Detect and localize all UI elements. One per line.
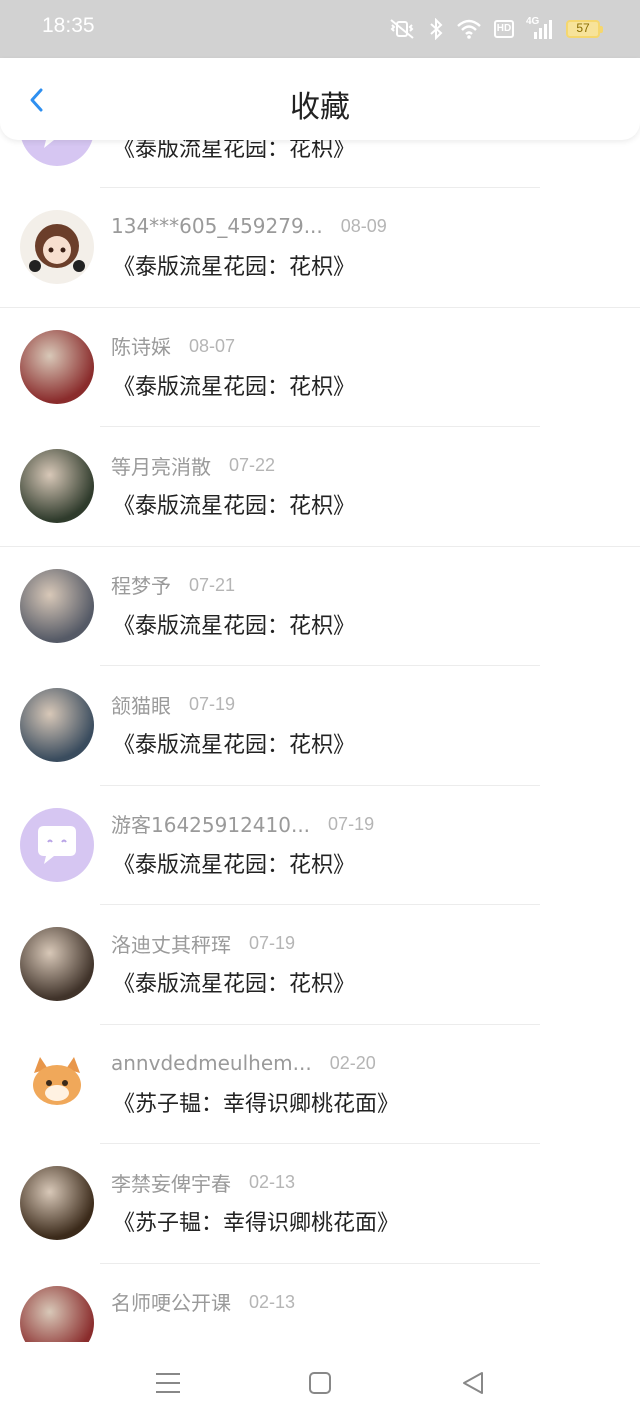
item-date: 07-22 xyxy=(229,455,276,475)
status-time: 18:35 xyxy=(42,14,95,37)
user-name: 等月亮消散 xyxy=(111,454,211,479)
item-title[interactable]: 《泰版流星花园：花枳》 xyxy=(113,488,355,520)
item-meta: 等月亮消散 07-22 xyxy=(111,450,275,480)
list-item[interactable]: 洛迪丈其秤珲 07-19 《泰版流星花园：花枳》 xyxy=(0,905,640,1025)
battery-level: 57 xyxy=(576,21,590,35)
item-date: 08-07 xyxy=(189,335,236,356)
signal-icon: 4G xyxy=(526,16,554,40)
list-item[interactable]: 134***605_459279... 08-09 《泰版流星花园：花枳》 xyxy=(0,188,640,308)
page-title: 收藏 xyxy=(290,90,350,125)
user-name: 134***605_459279... xyxy=(111,214,323,238)
item-title[interactable]: 《泰版流星花园：花枳》 xyxy=(113,608,355,640)
photo-avatar xyxy=(20,927,94,1001)
item-date: 02-20 xyxy=(329,1052,376,1073)
wifi-icon xyxy=(456,18,482,40)
user-name: 游客16425912410... xyxy=(111,813,311,837)
anime-girl-avatar xyxy=(20,210,94,284)
item-title[interactable]: 《泰版流星花园：花枳》 xyxy=(113,727,355,759)
user-name: 洛迪丈其秤珲 xyxy=(111,932,231,957)
item-title[interactable]: 《泰版流星花园：花枳》 xyxy=(113,249,355,281)
item-date: 02-13 xyxy=(249,1172,296,1192)
item-date: 02-13 xyxy=(249,1291,296,1312)
item-title[interactable]: 《苏子韫：幸得识卿桃花面》 xyxy=(113,1086,399,1118)
user-name: 名师哽公开课 xyxy=(111,1291,231,1315)
list-item[interactable]: 颔猫眼 07-19 《泰版流星花园：花枳》 xyxy=(0,666,640,786)
list-item[interactable]: 程梦予 07-21 《泰版流星花园：花枳》 xyxy=(0,547,640,666)
item-meta: annvdedmeulhem... 02-20 xyxy=(111,1048,376,1078)
home-button[interactable] xyxy=(305,1368,335,1398)
photo-avatar xyxy=(20,1166,94,1240)
header: 收藏 xyxy=(0,58,640,140)
item-meta: 洛迪丈其秤珲 07-19 xyxy=(111,928,295,958)
favorites-list[interactable]: 《泰版流星花园：花枳》 134***605_459279... 08-09 《泰版流星… xyxy=(0,92,640,1342)
bluetooth-icon xyxy=(428,18,444,40)
user-name: 程梦予 xyxy=(111,574,171,598)
item-meta: 游客16425912410... 07-19 xyxy=(111,809,374,839)
list-item[interactable]: 游客16425912410... 07-19 《泰版流星花园：花枳》 xyxy=(0,786,640,905)
battery-icon: 57 xyxy=(566,20,603,38)
item-meta: 名师哽公开课 02-13 xyxy=(111,1287,295,1317)
item-meta: 颔猫眼 07-19 xyxy=(111,689,235,719)
photo-avatar xyxy=(20,568,94,643)
item-date: 07-19 xyxy=(249,933,296,953)
item-date: 07-19 xyxy=(328,813,375,834)
user-name: 李禁妄俾宇春 xyxy=(111,1171,231,1196)
item-meta: 134***605_459279... 08-09 xyxy=(111,211,387,241)
cat-avatar xyxy=(20,1046,94,1121)
item-date: 07-19 xyxy=(189,694,236,714)
menu-icon xyxy=(156,1373,180,1393)
list-item[interactable]: 李禁妄俾宇春 02-13 《苏子韫：幸得识卿桃花面》 xyxy=(0,1144,640,1264)
system-back-button[interactable] xyxy=(458,1368,488,1398)
user-name: annvdedmeulhem... xyxy=(111,1050,312,1075)
back-triangle-icon xyxy=(463,1372,483,1394)
photo-avatar xyxy=(20,688,94,762)
item-title[interactable]: 《泰版流星花园：花枳》 xyxy=(113,847,355,879)
list-item[interactable]: 陈诗婇 08-07 《泰版流星花园：花枳》 xyxy=(0,308,640,427)
item-meta: 李禁妄俾宇春 02-13 xyxy=(111,1167,295,1197)
item-title[interactable]: 《泰版流星花园：花枳》 xyxy=(113,369,355,401)
vibrate-mute-icon xyxy=(388,18,416,40)
list-item[interactable]: annvdedmeulhem... 02-20 《苏子韫：幸得识卿桃花面》 xyxy=(0,1025,640,1144)
list-item[interactable]: 等月亮消散 07-22 《泰版流星花园：花枳》 xyxy=(0,427,640,547)
item-date: 07-21 xyxy=(189,574,236,595)
item-meta: 陈诗婇 08-07 xyxy=(111,331,235,361)
item-title[interactable]: 《苏子韫：幸得识卿桃花面》 xyxy=(113,1205,399,1237)
user-name: 陈诗婇 xyxy=(111,335,171,359)
status-bar: 18:35 HD 4G 57 xyxy=(0,0,640,58)
menu-button[interactable] xyxy=(153,1368,183,1398)
photo-avatar xyxy=(20,449,94,523)
chat-bubble-avatar xyxy=(20,807,94,882)
system-nav-bar xyxy=(0,1342,640,1422)
item-meta: 程梦予 07-21 xyxy=(111,570,235,600)
photo-avatar xyxy=(20,1285,94,1342)
user-name: 颔猫眼 xyxy=(111,693,171,718)
item-title[interactable]: 《泰版流星花园：花枳》 xyxy=(113,966,355,998)
status-icons: HD 4G 57 xyxy=(388,15,603,43)
photo-avatar xyxy=(20,329,94,404)
item-date: 08-09 xyxy=(340,216,387,236)
list-item[interactable]: 名师哽公开课 02-13 xyxy=(0,1264,640,1342)
home-icon xyxy=(309,1372,331,1394)
hd-badge: HD xyxy=(494,20,514,38)
